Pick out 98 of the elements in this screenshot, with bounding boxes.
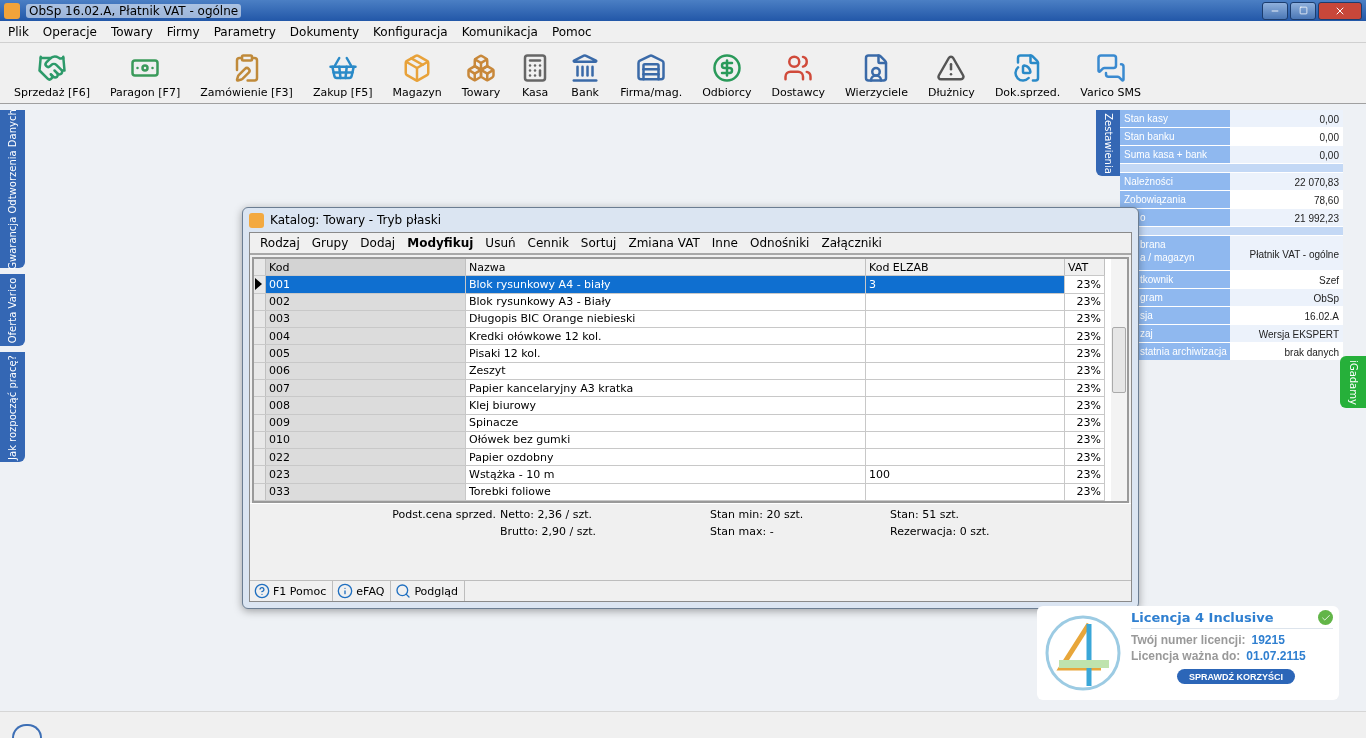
menu-item[interactable]: Towary — [106, 24, 163, 39]
menu-item[interactable]: Załączniki — [815, 236, 888, 250]
toolbar-button[interactable]: Towary — [451, 53, 511, 99]
menu-item[interactable]: Pomoc — [547, 24, 602, 39]
column-header[interactable]: Kod — [266, 259, 466, 276]
menu-item[interactable]: Sortuj — [574, 236, 623, 250]
menu-item[interactable]: Konfiguracja — [369, 24, 458, 39]
summary-label: Należności — [1120, 173, 1230, 190]
menu-item[interactable]: Dokumenty — [285, 24, 370, 39]
menu-item[interactable]: Odnośniki — [743, 236, 816, 250]
license-number-label: Twój numer licencji: — [1131, 633, 1246, 647]
warning-icon — [936, 53, 967, 83]
row-header[interactable] — [254, 276, 266, 293]
minimize-button[interactable] — [1262, 1, 1288, 20]
toolbar-button[interactable]: Dostawcy — [761, 53, 835, 99]
window-title: Katalog: Towary - Tryb płaski — [270, 213, 441, 227]
info-icon — [337, 583, 354, 599]
summary-value: Płatnik VAT - ogólne — [1230, 236, 1343, 270]
summary-value: ObSp — [1230, 289, 1343, 306]
current-row-icon — [254, 278, 262, 291]
toolbar-button[interactable]: Zakup [F5] — [302, 53, 383, 99]
status-icon — [12, 724, 42, 738]
menu-item[interactable]: Rodzaj — [254, 236, 306, 250]
toolbar-button[interactable]: Sprzedaż [F6] — [4, 53, 100, 99]
table-cell: 023 — [266, 466, 466, 483]
menu-item[interactable]: Modyfikuj — [401, 236, 480, 250]
reservation: Rezerwacja: 0 szt. — [890, 525, 991, 540]
summary-label: Suma kasa + bank — [1120, 146, 1230, 163]
window-title: ObSp 16.02.A, Płatnik VAT - ogólne — [26, 3, 242, 18]
toolbar-button[interactable]: Wierzyciele — [835, 53, 918, 99]
summary-value: 0,00 — [1230, 110, 1343, 127]
price-label: Podst.cena sprzed. — [391, 508, 497, 523]
price-brutto: Brutto: 2,90 / szt. — [500, 525, 598, 540]
handshake-icon — [36, 53, 67, 83]
side-tab[interactable]: Zestawienia — [1096, 110, 1120, 176]
license-title: Licencja 4 Inclusive — [1131, 610, 1274, 625]
toolbar-button[interactable]: Paragon [F7] — [99, 53, 191, 99]
license-valid-label: Licencja ważna do: — [1131, 649, 1241, 663]
menu-item[interactable]: Cennik — [521, 236, 575, 250]
table-cell: 001 — [266, 276, 466, 293]
toolbar-button[interactable]: Firma/mag. — [610, 53, 693, 99]
summary-value: 22 070,83 — [1230, 173, 1343, 190]
side-tab[interactable]: Oferta Varico — [0, 274, 25, 346]
menu-item[interactable]: Grupy — [305, 236, 355, 250]
stock-value: Stan: 51 szt. — [890, 508, 961, 523]
search-icon — [395, 583, 412, 599]
summary-value: 21 992,23 — [1230, 209, 1343, 226]
restore-button[interactable] — [1290, 1, 1316, 20]
column-header[interactable]: Kod ELZAB — [866, 259, 1065, 276]
license-valid-date: 01.07.2115 — [1246, 649, 1306, 663]
toolbar-button[interactable]: Odbiorcy — [692, 53, 762, 99]
stock-min: Stan min: 20 szt. — [710, 508, 805, 523]
check-icon — [1318, 610, 1333, 625]
summary-label: Stan banku — [1120, 128, 1230, 145]
summary-value: 0,00 — [1230, 146, 1343, 163]
scrollbar[interactable] — [1111, 259, 1127, 501]
menu-item[interactable]: Zmiana VAT — [622, 236, 706, 250]
dollar-icon — [711, 53, 742, 83]
boxes-icon — [466, 53, 496, 83]
box-icon — [402, 53, 433, 83]
table-cell: Wstążka - 10 m — [466, 466, 866, 483]
summary-label: Stan kasy — [1120, 110, 1230, 127]
table-cell: 005 — [266, 345, 466, 362]
menu-item[interactable]: Komunikacja — [457, 24, 548, 39]
table-cell: 008 — [266, 397, 466, 414]
toolbar-button[interactable]: Zamówienie [F3] — [190, 53, 303, 99]
table-cell: 3 — [866, 276, 1065, 293]
menu-item[interactable]: Firmy — [162, 24, 210, 39]
menu-item[interactable]: Parametry — [209, 24, 286, 39]
toolbar-button[interactable]: Bank — [560, 53, 611, 99]
menu-item[interactable]: Operacje — [38, 24, 107, 39]
users-icon — [783, 53, 814, 83]
toolbar-button[interactable]: Magazyn — [382, 53, 452, 99]
toolbar-button[interactable]: Dłużnicy — [917, 53, 985, 99]
chat-icon — [1095, 53, 1126, 83]
stock-max: Stan max: - — [710, 525, 775, 540]
toolbar-button[interactable]: Varico SMS — [1070, 53, 1151, 99]
column-header[interactable]: VAT — [1065, 259, 1105, 276]
menu-item[interactable]: Inne — [705, 236, 744, 250]
menu-item[interactable]: Plik — [4, 24, 39, 39]
restore-icon — [1298, 6, 1308, 15]
license-number: 19215 — [1251, 633, 1285, 647]
summary-value: Wersja EKSPERT — [1230, 325, 1343, 342]
side-tab[interactable]: Jak rozpocząć pracę? — [0, 352, 25, 462]
app-icon — [4, 2, 20, 19]
column-header[interactable]: Nazwa — [466, 259, 866, 276]
menu-item[interactable]: Dodaj — [354, 236, 402, 250]
table-cell: Blok rysunkowy A4 - biały — [466, 276, 866, 293]
price-netto: Netto: 2,36 / szt. — [500, 508, 594, 523]
summary-label: Zobowiązania — [1120, 191, 1230, 208]
toolbar-button[interactable]: Kasa — [510, 53, 561, 99]
benefits-button[interactable]: SPRAWDŹ KORZYŚCI — [1177, 669, 1295, 684]
help-icon — [254, 583, 270, 599]
toolbar-button[interactable]: Dok.sprzed. — [984, 53, 1071, 99]
table-cell: 004 — [266, 328, 466, 345]
table-cell: 022 — [266, 449, 466, 466]
app-icon — [249, 212, 264, 228]
menu-item[interactable]: Usuń — [479, 236, 522, 250]
